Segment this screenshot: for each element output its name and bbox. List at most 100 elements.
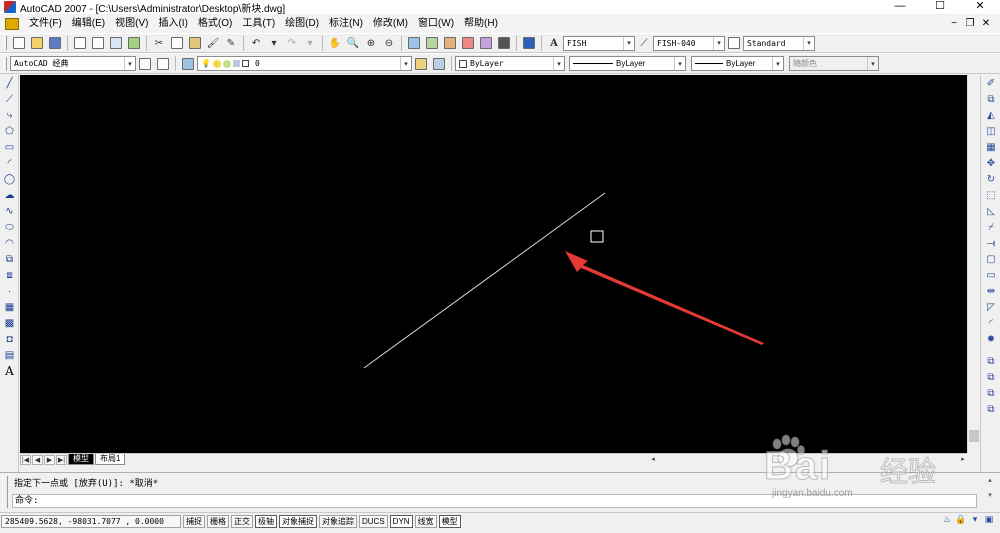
ellipse-icon[interactable]: ⬭ (1, 219, 18, 235)
dimension-style-select[interactable]: FISH-040 ▾ (653, 35, 725, 51)
scroll-right-icon[interactable]: ▸ (958, 455, 968, 465)
workspace-settings-icon[interactable] (137, 56, 153, 72)
fillet-icon[interactable]: ◜ (982, 315, 1000, 331)
sheet-set-icon[interactable] (460, 35, 476, 51)
break-icon[interactable]: ▭ (982, 267, 1000, 283)
last-tab-button[interactable]: ▶| (56, 454, 67, 465)
layer-manager-icon[interactable] (180, 56, 196, 72)
redo-icon[interactable]: ↷ (284, 35, 300, 51)
polyline-icon[interactable]: ⤷ (1, 107, 18, 123)
ellipse-arc-icon[interactable]: ◠ (1, 235, 18, 251)
dimension-style-icon[interactable]: ⟋ (636, 35, 652, 51)
layer-previous-icon[interactable] (431, 56, 447, 72)
undo-dropdown-icon[interactable]: ▾ (266, 35, 282, 51)
tab-model[interactable]: 模型 (68, 454, 94, 465)
color-select[interactable]: ByLayer ▾ (455, 56, 565, 71)
toolbar-grip[interactable] (4, 56, 7, 71)
zoom-previous-icon[interactable]: ⊖ (381, 35, 397, 51)
menu-draw[interactable]: 绘图(D) (280, 15, 324, 33)
arc-icon[interactable]: ◜ (1, 155, 18, 171)
next-tab-button[interactable]: ▶ (44, 454, 55, 465)
scale-icon[interactable]: ⬚ (982, 187, 1000, 203)
text-style-icon[interactable]: A (546, 35, 562, 51)
linetype-select[interactable]: ByLayer ▾ (569, 56, 686, 71)
menu-view[interactable]: 视图(V) (110, 15, 153, 33)
draw-order-under-icon[interactable]: ⧉ (982, 401, 1000, 417)
first-tab-button[interactable]: |◀ (20, 454, 31, 465)
communication-center-icon[interactable]: ♨ (940, 514, 954, 527)
tab-layout1[interactable]: 布局1 (95, 454, 126, 465)
chamfer-icon[interactable]: ◸ (982, 299, 1000, 315)
match-properties-icon[interactable]: 🖌 (205, 35, 221, 51)
properties-icon[interactable] (406, 35, 422, 51)
open-icon[interactable] (29, 35, 45, 51)
hatch-icon[interactable]: ▦ (1, 299, 18, 315)
workspace-select[interactable]: AutoCAD 经典 ▾ (10, 56, 136, 71)
layer-select[interactable]: 💡 0 ▾ (197, 56, 412, 71)
rectangle-icon[interactable]: ▭ (1, 139, 18, 155)
revision-cloud-icon[interactable]: ☁ (1, 187, 18, 203)
offset-icon[interactable]: ◫ (982, 123, 1000, 139)
explode-icon[interactable]: ✸ (982, 331, 1000, 347)
insert-block-icon[interactable]: ⧉ (1, 251, 18, 267)
publish-icon[interactable] (108, 35, 124, 51)
line-icon[interactable]: ╱ (1, 75, 18, 91)
minimize-button[interactable]: — (880, 0, 920, 14)
osnap-toggle[interactable]: 对象捕捉 (279, 514, 317, 528)
polygon-icon[interactable]: ⬠ (1, 123, 18, 139)
menu-dimension[interactable]: 标注(N) (324, 15, 368, 33)
copy-icon[interactable] (169, 35, 185, 51)
zoom-realtime-icon[interactable]: 🔍 (345, 35, 361, 51)
table-style-select[interactable]: Standard ▾ (743, 35, 815, 51)
menu-edit[interactable]: 编辑(E) (67, 15, 110, 33)
drawing-canvas[interactable] (20, 75, 967, 453)
lwt-toggle[interactable]: 线宽 (414, 514, 437, 528)
paste-icon[interactable] (187, 35, 203, 51)
gradient-icon[interactable]: ▩ (1, 315, 18, 331)
plot-preview-icon[interactable] (90, 35, 106, 51)
undo-icon[interactable]: ↶ (248, 35, 264, 51)
scrollbar-thumb[interactable] (969, 430, 979, 442)
dyn-toggle[interactable]: DYN (389, 514, 413, 528)
tool-palettes-icon[interactable] (442, 35, 458, 51)
otrack-toggle[interactable]: 对象追踪 (319, 514, 357, 528)
redo-dropdown-icon[interactable]: ▾ (302, 35, 318, 51)
draw-order-front-icon[interactable]: ⧉ (982, 353, 1000, 369)
drawn-line-segment[interactable] (363, 192, 606, 369)
spline-icon[interactable]: ∿ (1, 203, 18, 219)
vertical-scrollbar[interactable] (967, 75, 980, 453)
close-button[interactable]: ✕ (960, 0, 1000, 14)
point-icon[interactable]: · (1, 283, 18, 299)
construction-line-icon[interactable]: ⟋ (1, 91, 18, 107)
3d-dwf-icon[interactable] (126, 35, 142, 51)
erase-icon[interactable]: ✐ (982, 75, 1000, 91)
menu-modify[interactable]: 修改(M) (368, 15, 413, 33)
clean-screen-icon[interactable]: ▣ (982, 514, 996, 527)
break-at-point-icon[interactable]: ▢ (982, 251, 1000, 267)
trim-icon[interactable]: ⌿ (982, 219, 1000, 235)
doc-close-button[interactable]: ✕ (978, 15, 994, 33)
menu-file[interactable]: 文件(F) (24, 15, 67, 33)
document-icon[interactable] (5, 18, 19, 30)
table-icon[interactable]: ▤ (1, 347, 18, 363)
toolbar-grip[interactable] (4, 36, 7, 50)
maximize-button[interactable]: ☐ (920, 0, 960, 14)
cut-icon[interactable]: ✂ (151, 35, 167, 51)
ortho-toggle[interactable]: 正交 (231, 514, 253, 528)
calculator-icon[interactable] (496, 35, 512, 51)
save-icon[interactable] (47, 35, 63, 51)
scroll-left-icon[interactable]: ◂ (648, 455, 658, 465)
menu-window[interactable]: 窗口(W) (413, 15, 459, 33)
zoom-window-icon[interactable]: ⊕ (363, 35, 379, 51)
join-icon[interactable]: ⇹ (982, 283, 1000, 299)
command-scrollbar[interactable]: ▴ ▾ (984, 476, 996, 508)
draw-order-above-icon[interactable]: ⧉ (982, 385, 1000, 401)
table-style-icon[interactable] (726, 35, 742, 51)
command-input[interactable]: 命令: (12, 494, 977, 508)
text-style-select[interactable]: FISH ▾ (563, 35, 635, 51)
multiline-text-icon[interactable]: A (1, 363, 18, 379)
region-icon[interactable]: ◘ (1, 331, 18, 347)
coordinate-display[interactable]: 285409.5628, -98031.7077 , 0.0000 (1, 514, 181, 528)
copy-object-icon[interactable]: ⧉ (982, 91, 1000, 107)
save-workspace-icon[interactable] (155, 56, 171, 72)
